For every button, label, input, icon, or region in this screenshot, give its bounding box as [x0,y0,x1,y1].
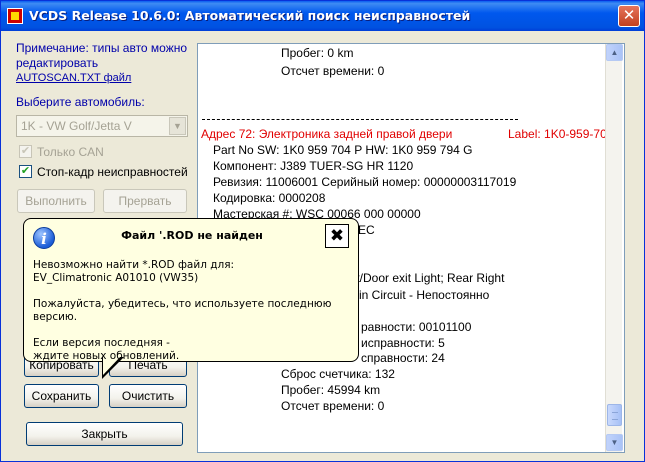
balloon-body: Невозможно найти *.ROD файл для: EV_Clim… [33,259,353,376]
log-line: ght/Door exit Light; Rear Right [343,271,505,285]
scroll-thumb[interactable] [607,404,622,426]
scroll-up-icon[interactable]: ▲ [606,44,623,61]
car-select[interactable]: 1K - VW Golf/Jetta V ▼ [16,115,188,137]
note-text: Примечание: типы авто можно редактироват… [16,41,188,70]
log-line: Компонент: J389 TUER-SG HR 1120 [213,159,414,173]
clear-button[interactable]: Очистить [109,384,187,408]
freeze-frame-label: Стоп-кадр неисправностей [37,165,188,179]
log-line: равности: 00101100 [361,320,472,334]
balloon-paragraph: Если версия последняя - ждите новых обно… [33,337,180,362]
module-label-line: Label: 1K0-959-70 [508,127,607,141]
balloon-close-button[interactable]: ✖ [325,224,349,248]
freeze-frame-checkbox[interactable]: ✔ [19,165,32,178]
car-select-value: 1K - VW Golf/Jetta V [21,119,132,133]
stop-button[interactable]: Прервать [103,189,187,213]
log-line: Кодировка: 0000208 [213,191,326,205]
run-button[interactable]: Выполнить [17,189,95,213]
chevron-down-icon[interactable]: ▼ [169,117,186,135]
log-scrollbar[interactable]: ▲ ▼ [605,44,623,452]
title-bar[interactable]: VCDS Release 10.6.0: Автоматический поис… [1,1,644,31]
balloon-paragraph: Пожалуйста, убедитесь, что используете п… [33,298,332,323]
log-line: Отсчет времени: 0 [281,64,385,78]
scroll-down-icon[interactable]: ▼ [606,434,623,451]
save-button[interactable]: Сохранить [24,384,99,408]
log-line: Отсчет времени: 0 [281,399,385,413]
balloon-paragraph: Невозможно найти *.ROD файл для: EV_Clim… [33,259,235,284]
autoscan-file-link[interactable]: AUTOSCAN.TXT файл [16,72,131,84]
window-close-button[interactable]: ✕ [618,5,640,27]
log-line: исправности: 5 [361,336,445,350]
close-button[interactable]: Закрыть [26,422,183,446]
window-title: VCDS Release 10.6.0: Автоматический поис… [29,8,471,23]
app-icon [7,8,23,24]
only-can-label: Только CAN [37,145,104,159]
module-address-line: Адрес 72: Электроника задней правой двер… [201,127,453,141]
log-line: Ревизия: 11006001 Серийный номер: 000000… [213,175,517,189]
log-line: справности: 24 [361,351,445,365]
only-can-checkbox[interactable]: ✔ [19,145,32,158]
balloon-title: Файл '.ROD не найден [121,229,263,242]
rod-not-found-balloon: i Файл '.ROD не найден ✖ Невозможно найт… [23,218,359,379]
log-line: Пробег: 45994 km [281,383,381,397]
log-separator [202,119,518,120]
vcds-window: VCDS Release 10.6.0: Автоматический поис… [0,0,645,462]
log-line: ult in Circuit - Непостоянно [343,288,490,302]
choose-car-label: Выберите автомобиль: [16,95,145,109]
log-line: EC [358,223,375,237]
log-line: Пробег: 0 km [281,46,354,60]
log-line: Part No SW: 1K0 959 704 P HW: 1K0 959 79… [213,143,473,157]
